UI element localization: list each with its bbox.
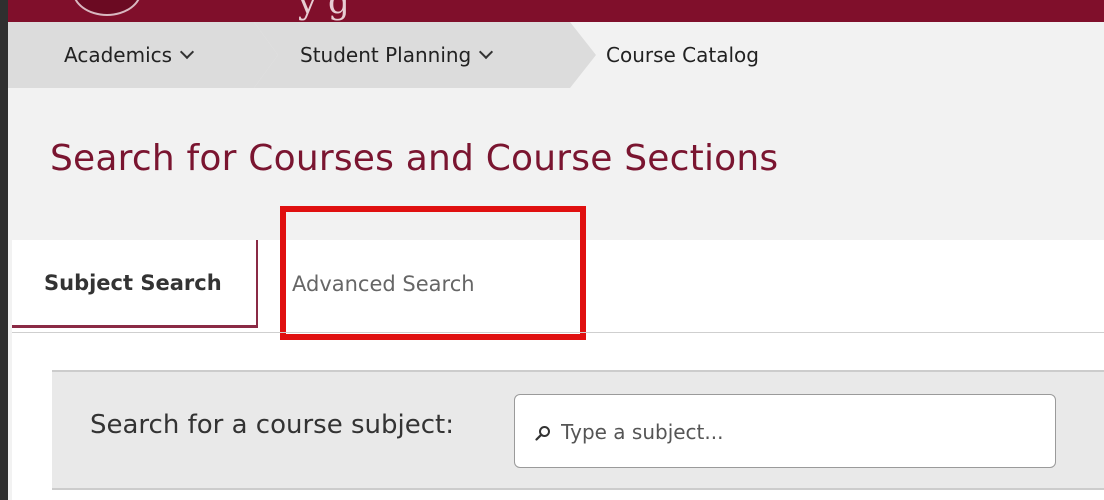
search-label: Search for a course subject: <box>90 410 454 440</box>
search-icon <box>535 426 550 441</box>
left-edge-strip <box>0 0 8 500</box>
breadcrumb-item-course-catalog: Course Catalog <box>606 22 759 88</box>
tab-label: Subject Search <box>44 270 222 295</box>
top-header: y g <box>8 0 1104 22</box>
page-title: Search for Courses and Course Sections <box>50 138 779 179</box>
breadcrumb-item-label: Academics <box>64 43 173 67</box>
chevron-down-icon <box>179 44 195 60</box>
college-name-logo: y g <box>298 0 350 22</box>
breadcrumb-item-student-planning[interactable]: Student Planning <box>254 22 596 88</box>
search-box[interactable] <box>514 394 1056 468</box>
breadcrumb-item-academics[interactable]: Academics <box>8 22 278 88</box>
breadcrumb-item-label: Course Catalog <box>606 43 759 67</box>
subject-search-panel: Search for a course subject: <box>52 370 1104 490</box>
page: y g Academics Student Planning Course Ca… <box>0 0 1104 500</box>
college-seal-logo[interactable] <box>72 0 142 16</box>
tab-label: Advanced Search <box>292 272 475 296</box>
chevron-down-icon <box>479 44 494 60</box>
tabs-divider <box>12 332 1104 333</box>
breadcrumb-item-label: Student Planning <box>300 43 472 67</box>
main-content: Subject Search Advanced Search Search fo… <box>12 206 1104 500</box>
tab-advanced-search[interactable]: Advanced Search <box>292 240 475 328</box>
breadcrumb: Academics Student Planning Course Catalo… <box>8 22 1104 88</box>
search-input[interactable] <box>561 415 1041 449</box>
tab-subject-search[interactable]: Subject Search <box>12 240 258 328</box>
